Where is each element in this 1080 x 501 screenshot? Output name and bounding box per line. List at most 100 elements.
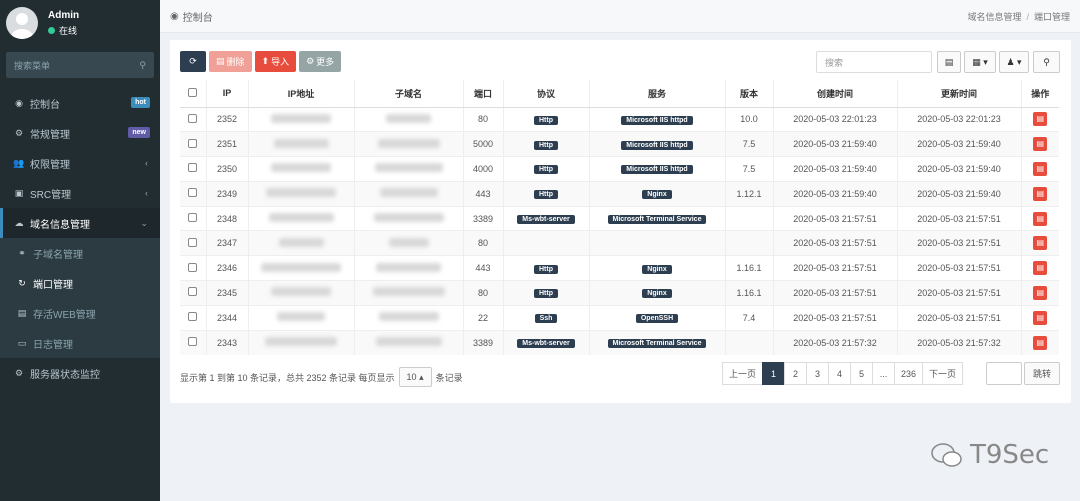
- col-header-port[interactable]: 端口: [462, 80, 503, 108]
- col-header-ip-address[interactable]: IP地址: [247, 80, 354, 108]
- cell-created: 2020-05-03 21:57:51: [793, 287, 877, 298]
- col-header-service[interactable]: 服务: [588, 80, 725, 108]
- delete-row-button[interactable]: ▤: [1033, 236, 1048, 251]
- table-row[interactable]: 2347 80 2020-05-03 21:57:51 2020-05-03 21:5…: [180, 230, 1059, 256]
- cell-id: 2352: [216, 114, 238, 125]
- row-checkbox[interactable]: [188, 213, 198, 223]
- row-checkbox[interactable]: [188, 188, 198, 198]
- page-button[interactable]: 236: [894, 362, 924, 385]
- table-row[interactable]: 2346 443 Http Nginx 1.16.1 2020-05-03 21:57:5…: [180, 255, 1059, 281]
- row-checkbox[interactable]: [188, 113, 198, 123]
- col-header-version[interactable]: 版本: [724, 80, 773, 108]
- select-all-checkbox[interactable]: [180, 80, 206, 108]
- prev-page-button[interactable]: 上一页: [722, 362, 764, 385]
- service-tag: Nginx: [642, 190, 672, 200]
- page-button[interactable]: 3: [806, 362, 830, 385]
- table-row[interactable]: 2350 4000 Http Microsoft IIS httpd 7.5 2020-0…: [180, 156, 1059, 182]
- export-button[interactable]: ♟ ▾: [999, 51, 1029, 73]
- trash-icon: ▤: [216, 56, 225, 66]
- delete-row-button[interactable]: ▤: [1033, 285, 1048, 300]
- redacted-ip: [266, 188, 336, 198]
- service-tag: Microsoft IIS httpd: [621, 140, 693, 150]
- sidebar-item-server-monitor[interactable]: ⚙ 服务器状态监控: [0, 358, 160, 388]
- table-row[interactable]: 2345 80 Http Nginx 1.16.1 2020-05-03 21:57:51…: [180, 280, 1059, 306]
- delete-row-button[interactable]: ▤: [1033, 261, 1048, 276]
- trash-icon: ▤: [1036, 114, 1045, 124]
- trash-icon: ▤: [1036, 213, 1045, 223]
- refresh-button[interactable]: ⟳: [180, 51, 206, 72]
- col-header-updated[interactable]: 更新时间: [896, 80, 1021, 108]
- page-button[interactable]: 2: [784, 362, 808, 385]
- columns-button[interactable]: ▦ ▾: [964, 51, 996, 73]
- delete-row-button[interactable]: ▤: [1033, 161, 1048, 176]
- row-checkbox[interactable]: [188, 163, 198, 173]
- delete-row-button[interactable]: ▤: [1033, 211, 1048, 226]
- delete-row-button[interactable]: ▤: [1033, 186, 1048, 201]
- refresh-icon: ⟳: [189, 56, 197, 66]
- import-button[interactable]: ⬆ 导入: [254, 51, 297, 72]
- delete-row-button[interactable]: ▤: [1033, 112, 1048, 127]
- redacted-ip: [277, 312, 325, 322]
- table-row[interactable]: 2348 3389 Ms-wbt-server Microsoft Terminal …: [180, 205, 1059, 231]
- jump-page-input[interactable]: [986, 362, 1022, 385]
- sidebar-subitem-0[interactable]: ⚭ 子域名管理: [0, 238, 160, 268]
- table-row[interactable]: 2344 22 Ssh OpenSSH 7.4 2020-05-03 21:57:51 20…: [180, 304, 1059, 331]
- page-button[interactable]: ...: [872, 362, 896, 385]
- row-checkbox[interactable]: [188, 312, 198, 322]
- col-header-protocol[interactable]: 协议: [502, 80, 589, 108]
- search-icon: ⚲: [1043, 56, 1050, 67]
- toolbar: ⟳ ▤ 删除 ⬆ 导入 ⚙ 更多: [180, 51, 342, 72]
- redacted-subdomain: [386, 113, 431, 123]
- page-size-select[interactable]: 10 ▴: [398, 367, 432, 387]
- redacted-subdomain: [379, 188, 438, 198]
- list-icon: ▤: [944, 56, 954, 67]
- sidebar-item-2[interactable]: 👥 权限管理 ‹: [0, 148, 160, 178]
- delete-row-button[interactable]: ▤: [1033, 310, 1048, 325]
- search-input[interactable]: 搜索: [816, 51, 932, 73]
- sidebar-item-1[interactable]: ⚙ 常规管理 new: [0, 118, 160, 148]
- sidebar-subitem-3[interactable]: ▭ 日志管理: [0, 328, 160, 358]
- breadcrumb-home[interactable]: 控制台: [183, 9, 213, 24]
- delete-row-button[interactable]: ▤: [1033, 335, 1048, 350]
- more-button[interactable]: ⚙ 更多: [299, 51, 342, 72]
- upload-icon: ⬆: [261, 56, 270, 66]
- breadcrumb-item-domain[interactable]: 域名信息管理: [967, 12, 1021, 22]
- page-button[interactable]: 1: [762, 362, 786, 385]
- col-header-ip[interactable]: IP: [205, 80, 248, 108]
- table-row[interactable]: 2343 3389 Ms-wbt-server Microsoft Terminal …: [180, 329, 1059, 355]
- jump-button[interactable]: 跳转: [1024, 362, 1060, 385]
- row-checkbox[interactable]: [188, 287, 198, 297]
- row-checkbox[interactable]: [188, 337, 198, 347]
- sidebar-subitem-1[interactable]: ↻ 端口管理: [0, 268, 160, 298]
- delete-row-button[interactable]: ▤: [1033, 137, 1048, 152]
- table-row[interactable]: 2349 443 Http Nginx 1.12.1 2020-05-03 21:59:4…: [180, 180, 1059, 207]
- row-checkbox[interactable]: [188, 262, 198, 272]
- sidebar-subitem-label: 存活WEB管理: [33, 309, 96, 321]
- page-button[interactable]: 4: [828, 362, 852, 385]
- search-button[interactable]: ⚲: [1033, 51, 1060, 73]
- gear-icon: ⚙: [306, 56, 315, 66]
- row-checkbox[interactable]: [188, 138, 198, 148]
- table-row[interactable]: 2351 5000 Http Microsoft IIS httpd 7.5 2020-0…: [180, 131, 1059, 157]
- sidebar-item-4[interactable]: ☁ 域名信息管理 ⌄: [0, 208, 160, 238]
- table-row[interactable]: 2352 80 Http Microsoft IIS httpd 10.0 2020-05…: [180, 106, 1059, 132]
- pagination: 上一页 1 2 3 4 5... 236 下一页: [722, 362, 964, 385]
- col-header-subdomain[interactable]: 子域名: [353, 80, 463, 108]
- page-button[interactable]: 5: [850, 362, 874, 385]
- main-panel: ⟳ ▤ 删除 ⬆ 导入 ⚙ 更多 搜索 ▤ ▦ ▾ ♟ ▾ ⚲ IP IP地址 子域名…: [170, 40, 1071, 403]
- toggle-view-button[interactable]: ▤: [937, 51, 961, 73]
- cell-port: 3389: [472, 213, 494, 224]
- sidebar-subitem-2[interactable]: ▤ 存活WEB管理: [0, 298, 160, 328]
- cell-port: 4000: [472, 163, 494, 174]
- redacted-ip: [265, 337, 337, 347]
- sidebar-search-input[interactable]: 搜索菜单 ⚲: [6, 52, 154, 78]
- sidebar-badge: hot: [131, 97, 150, 108]
- col-header-created[interactable]: 创建时间: [772, 80, 897, 108]
- refresh-icon: ↻: [18, 277, 26, 288]
- sidebar-item-3[interactable]: ▣ SRC管理 ‹: [0, 178, 160, 208]
- next-page-button[interactable]: 下一页: [922, 362, 964, 385]
- delete-button[interactable]: ▤ 删除: [209, 51, 252, 72]
- row-checkbox[interactable]: [188, 237, 198, 247]
- sidebar: Admin 在线 搜索菜单 ⚲ ◉ 控制台 hot ⚙ 常规管理 new 👥 权限管理 ‹ ▣ SR…: [0, 0, 160, 501]
- sidebar-item-0[interactable]: ◉ 控制台 hot: [0, 88, 160, 118]
